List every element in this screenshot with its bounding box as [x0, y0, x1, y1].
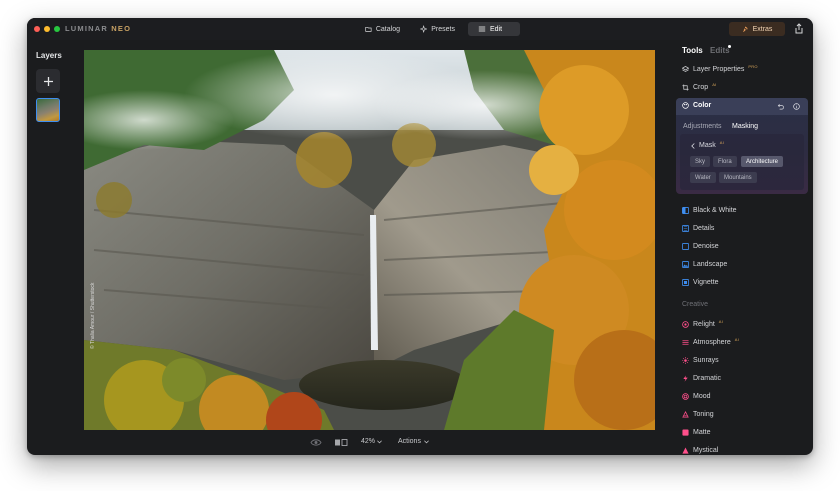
tool-landscape[interactable]: Landscape — [682, 258, 727, 270]
zoom-dropdown[interactable]: 42% — [361, 438, 382, 445]
chevron-down-icon — [377, 439, 382, 443]
presets-icon — [420, 25, 428, 33]
color-tool-title: Color — [682, 102, 711, 109]
mask-chip-water[interactable]: Water — [690, 172, 716, 183]
extras-button[interactable]: Extras — [729, 22, 785, 36]
photo-canvas[interactable] — [84, 50, 655, 430]
tool-atmosphere[interactable]: Atmosphere AI — [682, 336, 739, 348]
tool-details[interactable]: Details — [682, 222, 714, 234]
mode-switcher: Catalog Presets Edit — [355, 22, 520, 36]
waterfall-gorge-image — [84, 50, 655, 430]
extras-icon — [742, 26, 748, 32]
info-icon[interactable] — [793, 103, 800, 110]
atmosphere-icon — [682, 339, 689, 345]
crop-icon — [682, 83, 689, 91]
tab-tools[interactable]: Tools — [682, 46, 703, 55]
mask-chip-sky[interactable]: Sky — [690, 156, 711, 167]
sliders-icon — [478, 26, 486, 32]
add-layer-button[interactable] — [36, 69, 60, 93]
tool-vignette[interactable]: Vignette — [682, 276, 719, 288]
denoise-icon — [682, 242, 689, 250]
title-bar: LUMINAR NEO Catalog Presets Edit Extras — [27, 18, 813, 40]
edit-mode-button[interactable]: Edit — [468, 22, 520, 36]
presets-mode-button[interactable]: Presets — [410, 22, 465, 36]
tool-crop[interactable]: Crop AI — [682, 81, 716, 93]
tool-layer-properties[interactable]: Layer Properties PRO — [682, 63, 758, 75]
tool-denoise[interactable]: Denoise — [682, 240, 719, 252]
mask-back-button[interactable]: Mask AI — [691, 140, 724, 149]
tool-toning[interactable]: Toning — [682, 408, 714, 420]
matte-icon — [682, 428, 689, 436]
tool-dramatic[interactable]: Dramatic — [682, 372, 721, 384]
tool-mood[interactable]: Mood — [682, 390, 711, 402]
share-icon[interactable] — [794, 23, 804, 34]
landscape-icon — [682, 260, 689, 268]
mask-chip-mountains[interactable]: Mountains — [719, 172, 757, 183]
close-window-button[interactable] — [34, 26, 40, 32]
vignette-icon — [682, 278, 689, 286]
layers-panel-title: Layers — [36, 51, 62, 60]
minimize-window-button[interactable] — [44, 26, 50, 32]
tab-edits[interactable]: Edits — [710, 46, 730, 55]
tool-black-white[interactable]: Black & White — [682, 204, 737, 216]
sunrays-icon — [682, 356, 689, 364]
zoom-window-button[interactable] — [54, 26, 60, 32]
tool-matte[interactable]: Matte — [682, 426, 711, 438]
tab-adjustments[interactable]: Adjustments — [683, 123, 722, 130]
palette-icon — [682, 102, 689, 109]
chevron-left-icon — [691, 142, 695, 149]
photo-credit: © Thalia Amour / Shutterstock — [90, 282, 96, 349]
plus-icon — [43, 76, 53, 86]
chevron-down-icon — [424, 439, 429, 443]
edits-indicator-dot — [728, 45, 731, 48]
layer-thumbnail[interactable] — [36, 98, 60, 122]
layers-icon — [682, 65, 689, 72]
app-logo: LUMINAR NEO — [65, 24, 132, 33]
relight-icon — [682, 320, 689, 328]
bw-icon — [682, 206, 689, 214]
toning-icon — [682, 410, 689, 418]
mask-chip-architecture[interactable]: Architecture — [741, 156, 784, 167]
actions-dropdown[interactable]: Actions — [398, 438, 429, 445]
folder-icon — [365, 26, 372, 32]
mood-icon — [682, 392, 689, 400]
dramatic-icon — [683, 374, 688, 382]
mask-chip-flora[interactable]: Flora — [713, 156, 737, 167]
mystical-icon — [682, 446, 689, 454]
tab-masking[interactable]: Masking — [732, 123, 758, 130]
creative-section-title: Creative — [682, 301, 709, 308]
eye-icon[interactable] — [310, 438, 322, 447]
tool-mystical[interactable]: Mystical — [682, 444, 718, 455]
undo-icon[interactable] — [777, 103, 784, 110]
compare-icon[interactable] — [334, 438, 348, 447]
tool-sunrays[interactable]: Sunrays — [682, 354, 719, 366]
details-icon — [682, 224, 689, 232]
catalog-mode-button[interactable]: Catalog — [355, 22, 410, 36]
app-window: LUMINAR NEO Catalog Presets Edit Extras … — [27, 18, 813, 455]
tool-relight[interactable]: Relight AI — [682, 318, 723, 330]
